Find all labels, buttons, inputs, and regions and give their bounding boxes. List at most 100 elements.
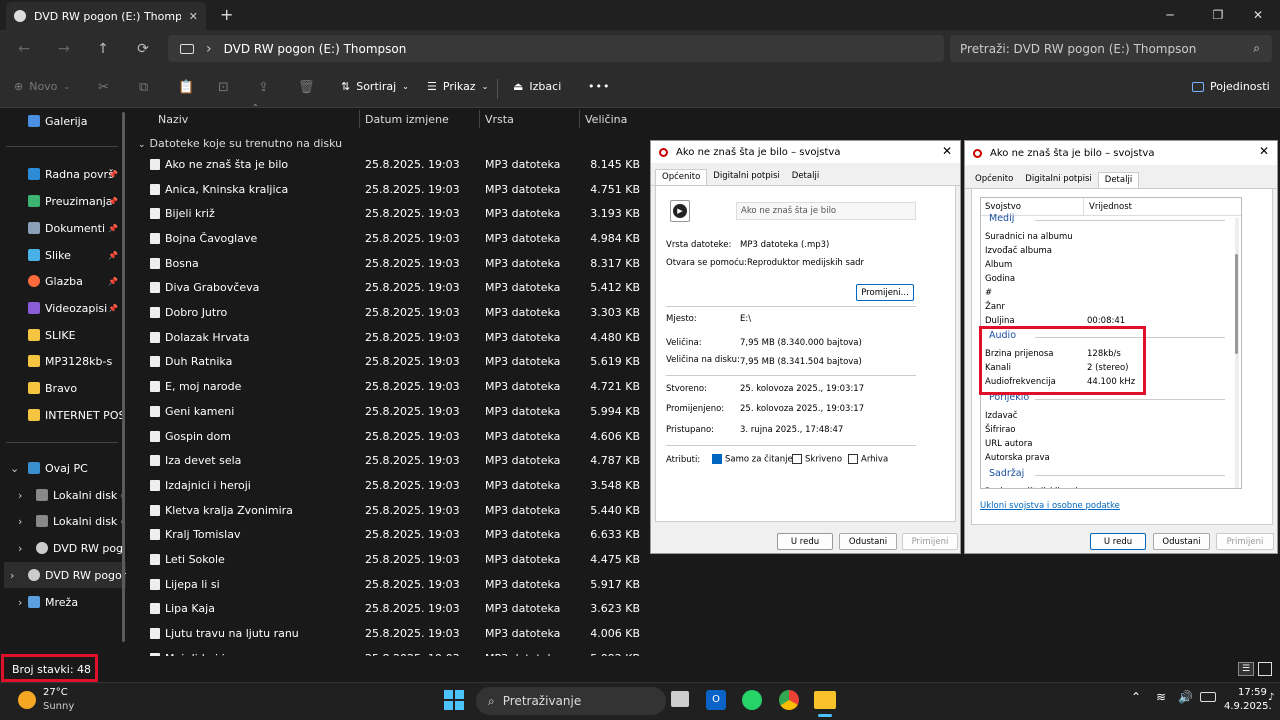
table-row[interactable]: Kralj Tomislav 25.8.2025. 19:03 MP3 datote… bbox=[132, 523, 648, 548]
property-name[interactable]: Duljina bbox=[985, 316, 1015, 326]
property-name[interactable]: Izvođač albuma bbox=[985, 246, 1052, 256]
hidden-checkbox[interactable]: Skriveno bbox=[792, 454, 842, 465]
address-bar[interactable]: › DVD RW pogon (E:) Thompson bbox=[168, 35, 944, 62]
start-button[interactable] bbox=[444, 690, 464, 710]
tab-details[interactable]: Detalji bbox=[1097, 172, 1140, 188]
table-row[interactable]: Ljutu travu na ljutu ranu 25.8.2025. 19:0… bbox=[132, 621, 648, 646]
sidebar-item[interactable]: Radna površ 📌 bbox=[0, 161, 122, 187]
column-header-date[interactable]: Datum izmjene bbox=[365, 108, 449, 130]
rename-button[interactable]: ⊡ bbox=[218, 80, 229, 95]
table-row[interactable]: E, moj narode 25.8.2025. 19:03 MP3 datotek… bbox=[132, 374, 648, 399]
tab-digital-signatures[interactable]: Digitalni potpisi bbox=[1019, 172, 1098, 188]
sidebar-item[interactable]: Videozapisi 📌 bbox=[0, 295, 122, 321]
tab-digital-signatures[interactable]: Digitalni potpisi bbox=[707, 169, 786, 185]
sidebar-item[interactable]: › Lokalni disk (C bbox=[0, 482, 122, 508]
dialog-close-button[interactable]: ✕ bbox=[942, 144, 952, 158]
cut-button[interactable]: ✂ bbox=[98, 80, 109, 95]
sidebar-item[interactable]: Preuzimanja 📌 bbox=[0, 188, 122, 214]
property-name[interactable]: Godina bbox=[985, 274, 1015, 284]
table-row[interactable]: Iza devet sela 25.8.2025. 19:03 MP3 datote… bbox=[132, 448, 648, 473]
forward-button[interactable]: → bbox=[52, 38, 76, 60]
breadcrumb[interactable]: DVD RW pogon (E:) Thompson bbox=[224, 42, 407, 56]
sidebar-item[interactable]: SLIKE bbox=[0, 322, 122, 348]
expand-chevron-icon[interactable]: › bbox=[18, 596, 22, 609]
sort-button[interactable]: ⇅ Sortiraj ⌄ bbox=[341, 80, 409, 93]
apply-button[interactable]: Primijeni bbox=[1216, 533, 1274, 550]
sidebar-item[interactable]: Slike 📌 bbox=[0, 242, 122, 268]
delete-button[interactable]: 🗑 bbox=[298, 80, 315, 95]
expand-chevron-icon[interactable]: › bbox=[18, 489, 22, 502]
tab-dvd-drive[interactable]: DVD RW pogon (E:) Thompson ✕ bbox=[6, 2, 206, 30]
table-row[interactable]: Diva Grabovčeva 25.8.2025. 19:03 MP3 datot… bbox=[132, 276, 648, 301]
notification-bell-icon[interactable]: ♪ bbox=[1268, 692, 1274, 703]
property-name[interactable]: Šifrirao bbox=[985, 425, 1016, 435]
group-header[interactable]: ⌄ Datoteke koje su trenutno na disku bbox=[138, 137, 342, 150]
taskbar-search[interactable]: ⌕ Pretraživanje bbox=[476, 687, 666, 715]
property-name[interactable]: URL autora bbox=[985, 439, 1032, 449]
expand-chevron-icon[interactable]: › bbox=[10, 569, 14, 582]
cancel-button[interactable]: Odustani bbox=[839, 533, 897, 550]
table-row[interactable]: Lipa Kaja 25.8.2025. 19:03 MP3 datoteka 3.6… bbox=[132, 597, 648, 622]
view-button[interactable]: ☰ Prikaz ⌄ bbox=[427, 80, 488, 93]
property-name[interactable]: Album bbox=[985, 260, 1012, 270]
close-window-button[interactable]: ✕ bbox=[1236, 0, 1280, 30]
cancel-button[interactable]: Odustani bbox=[1153, 533, 1210, 550]
column-header-type[interactable]: Vrsta bbox=[485, 108, 514, 130]
new-button[interactable]: ⊕ Novo ⌄ bbox=[14, 80, 70, 93]
sidebar-item[interactable]: › Lokalni disk (D bbox=[0, 508, 122, 534]
table-row[interactable]: Geni kameni 25.8.2025. 19:03 MP3 datoteka 5… bbox=[132, 399, 648, 424]
share-button[interactable]: ⇪ bbox=[258, 80, 269, 95]
dialog-close-button[interactable]: ✕ bbox=[1259, 144, 1269, 158]
sidebar-item[interactable]: › Mreža bbox=[0, 589, 122, 615]
tab-general[interactable]: Općenito bbox=[969, 172, 1019, 188]
file-name-field[interactable]: Ako ne znaš šta je bilo bbox=[736, 202, 916, 220]
up-button[interactable]: ↑ bbox=[91, 38, 115, 60]
maximize-button[interactable]: ❐ bbox=[1196, 0, 1240, 30]
weather-temperature[interactable]: 27°C bbox=[43, 687, 68, 698]
table-row[interactable]: Leti Sokole 25.8.2025. 19:03 MP3 datoteka 4… bbox=[132, 547, 648, 572]
volume-icon[interactable]: 🔊 bbox=[1178, 690, 1193, 704]
close-tab-icon[interactable]: ✕ bbox=[189, 10, 198, 23]
refresh-button[interactable]: ⟳ bbox=[131, 38, 155, 60]
copy-button[interactable]: ⧉ bbox=[139, 80, 148, 95]
read-only-checkbox[interactable]: Samo za čitanje bbox=[712, 454, 793, 465]
remove-properties-link[interactable]: Ukloni svojstva i osobne podatke bbox=[980, 501, 1120, 511]
show-hidden-icons[interactable]: ⌃ bbox=[1131, 690, 1141, 704]
value-column-header[interactable]: Vrijednost bbox=[1089, 202, 1132, 212]
sidebar-item[interactable]: MP3128kb-s bbox=[0, 348, 122, 374]
minimize-button[interactable]: ─ bbox=[1148, 0, 1192, 30]
ok-button[interactable]: U redu bbox=[777, 533, 833, 550]
table-row[interactable]: Bosna 25.8.2025. 19:03 MP3 datoteka 8.317 K… bbox=[132, 251, 648, 276]
column-header-size[interactable]: Veličina bbox=[585, 108, 627, 130]
chrome-icon[interactable] bbox=[779, 690, 799, 710]
table-row[interactable]: Bojna Čavoglave 25.8.2025. 19:03 MP3 datot… bbox=[132, 226, 648, 251]
paste-button[interactable]: 📋 bbox=[178, 80, 194, 95]
table-row[interactable]: Izdajnici i heroji 25.8.2025. 19:03 MP3 da… bbox=[132, 473, 648, 498]
weather-condition[interactable]: Sunny bbox=[43, 701, 74, 712]
property-name[interactable]: Žanr bbox=[985, 302, 1005, 312]
sidebar-item[interactable]: Glazba 📌 bbox=[0, 268, 122, 294]
table-row[interactable]: Ako ne znaš šta je bilo 25.8.2025. 19:03 M… bbox=[132, 152, 648, 177]
table-row[interactable]: Dolazak Hrvata 25.8.2025. 19:03 MP3 datote… bbox=[132, 325, 648, 350]
tab-general[interactable]: Općenito bbox=[655, 169, 708, 185]
whatsapp-icon[interactable] bbox=[742, 690, 762, 710]
outlook-icon[interactable]: O bbox=[706, 690, 726, 710]
table-row[interactable]: Kletva kralja Zvonimira 25.8.2025. 19:03 M… bbox=[132, 498, 648, 523]
archive-checkbox[interactable]: Arhiva bbox=[848, 454, 888, 465]
details-view-button[interactable]: ☰ bbox=[1238, 662, 1254, 676]
clock-date[interactable]: 4.9.2025. bbox=[1224, 701, 1272, 712]
property-name[interactable]: # bbox=[985, 288, 992, 298]
property-name[interactable]: Razlog roditeljskih ocjena bbox=[985, 487, 1093, 488]
sidebar-item[interactable]: Bravo bbox=[0, 375, 122, 401]
list-scrollbar[interactable] bbox=[1235, 218, 1239, 488]
table-row[interactable]: Lijepa li si 25.8.2025. 19:03 MP3 datoteka… bbox=[132, 572, 648, 597]
expand-chevron-icon[interactable]: ⌄ bbox=[10, 462, 19, 475]
sidebar-item[interactable]: INTERNET POST bbox=[0, 402, 122, 428]
weather-sun-icon[interactable] bbox=[18, 691, 36, 709]
property-column-header[interactable]: Svojstvo bbox=[985, 202, 1021, 212]
expand-chevron-icon[interactable]: › bbox=[18, 515, 22, 528]
sidebar-item[interactable]: ⌄ Ovaj PC bbox=[0, 455, 122, 481]
property-name[interactable]: Autorska prava bbox=[985, 453, 1050, 463]
table-row[interactable]: Duh Ratnika 25.8.2025. 19:03 MP3 datoteka 5… bbox=[132, 350, 648, 375]
task-view-icon[interactable] bbox=[671, 691, 689, 707]
